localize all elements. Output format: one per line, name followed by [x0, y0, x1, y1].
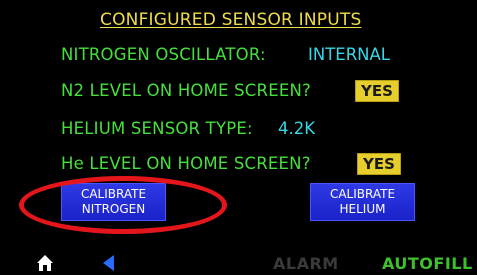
calibrate-helium-line1: CALIBRATE — [329, 187, 396, 201]
page-title: CONFIGURED SENSOR INPUTS — [100, 10, 362, 30]
autofill-label[interactable]: AUTOFILL — [382, 254, 473, 273]
sensor-config-screen: CONFIGURED SENSOR INPUTS NITROGEN OSCILL… — [0, 0, 477, 275]
helium-sensor-type-label: HELIUM SENSOR TYPE: — [61, 119, 253, 138]
nitrogen-oscillator-label: NITROGEN OSCILLATOR: — [61, 45, 266, 64]
he-level-home-label: He LEVEL ON HOME SCREEN? — [61, 154, 311, 173]
calibrate-helium-button[interactable]: CALIBRATE HELIUM — [310, 183, 415, 221]
nitrogen-oscillator-value[interactable]: INTERNAL — [308, 45, 390, 64]
helium-sensor-type-value[interactable]: 4.2K — [278, 119, 315, 138]
alarm-label[interactable]: ALARM — [273, 254, 339, 273]
n2-level-home-label: N2 LEVEL ON HOME SCREEN? — [61, 81, 311, 100]
calibrate-nitrogen-line1: CALIBRATE — [80, 187, 147, 201]
home-icon[interactable] — [36, 254, 54, 272]
he-level-home-toggle[interactable]: YES — [357, 153, 401, 175]
n2-level-home-toggle[interactable]: YES — [355, 80, 399, 102]
calibrate-helium-line2: HELIUM — [339, 202, 386, 216]
back-arrow-icon[interactable] — [99, 253, 119, 273]
calibrate-nitrogen-line2: NITROGEN — [81, 202, 146, 216]
calibrate-nitrogen-button[interactable]: CALIBRATE NITROGEN — [61, 183, 166, 221]
